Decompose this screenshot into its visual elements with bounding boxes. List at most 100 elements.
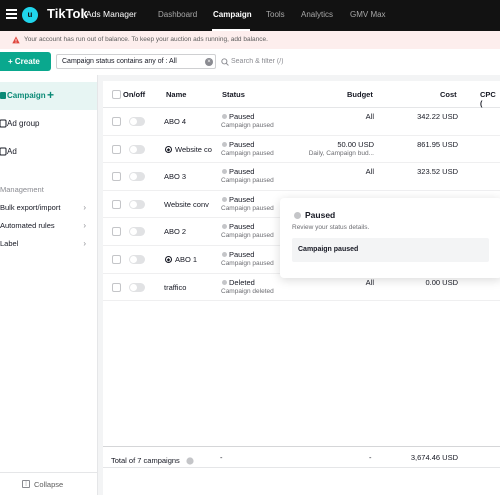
filter-text: Campaign status contains any of : All — [62, 58, 177, 65]
select-all-checkbox[interactable] — [112, 90, 121, 99]
row-toggle[interactable] — [129, 227, 145, 237]
create-button[interactable]: + Create — [0, 52, 51, 71]
header-onoff[interactable]: On/off — [123, 90, 145, 99]
budget-value: All — [365, 277, 374, 287]
management-heading: Management — [0, 185, 44, 194]
collapse-button[interactable]: | Collapse — [0, 472, 97, 494]
status-text[interactable]: Paused — [229, 112, 254, 121]
row-toggle[interactable] — [129, 117, 145, 126]
campaign-name[interactable]: ABO 4 — [164, 117, 214, 126]
add-campaign-icon[interactable]: + — [47, 88, 54, 102]
status-detail: Campaign paused — [221, 260, 274, 267]
header-budget[interactable]: Budget — [347, 90, 373, 99]
row-checkbox[interactable] — [112, 117, 121, 126]
collapse-icon: | — [22, 480, 30, 488]
sidebar-item-automated-rules[interactable]: Automated rules › — [0, 221, 90, 230]
nav-dashboard[interactable]: Dashboard — [158, 10, 197, 19]
status-detail: Campaign paused — [221, 177, 274, 185]
balance-alert: Your account has run out of balance. To … — [0, 31, 500, 49]
nav-campaign[interactable]: Campaign — [213, 10, 252, 19]
status-detail: Campaign deleted — [221, 287, 274, 295]
campaign-name[interactable]: ABO 1 — [175, 255, 213, 264]
total-status: - — [220, 453, 223, 462]
nav-gmv-max[interactable]: GMV Max — [350, 10, 386, 19]
sidebar-item-label-menu[interactable]: Label › — [0, 239, 90, 248]
sidebar-item-label: Ad — [7, 147, 17, 156]
budget-value: 50.00 USD — [337, 139, 374, 149]
sidebar-item-label: Campaign — [7, 91, 46, 100]
row-checkbox[interactable] — [112, 255, 121, 264]
menu-icon[interactable] — [6, 9, 17, 19]
status-text[interactable]: Deleted — [229, 278, 255, 287]
row-toggle[interactable] — [129, 172, 145, 182]
status-text[interactable]: Paused — [229, 140, 254, 149]
sidebar-item-label: Bulk export/import — [0, 203, 61, 212]
row-checkbox[interactable] — [112, 172, 121, 182]
search-input[interactable] — [231, 55, 381, 68]
row-checkbox[interactable] — [112, 227, 121, 237]
total-label: Total of 7 campaigns — [111, 456, 180, 465]
row-checkbox[interactable] — [112, 282, 121, 292]
campaign-name[interactable]: ABO 3 — [164, 172, 214, 181]
ad-group-icon — [0, 119, 7, 128]
header-cost[interactable]: Cost — [440, 90, 457, 99]
nav-analytics[interactable]: Analytics — [301, 10, 333, 19]
table-row[interactable]: ◆ Website co Paused Campaign paused 50.0… — [103, 136, 500, 164]
cost-value: 323.52 USD — [417, 167, 458, 177]
avatar[interactable]: u — [22, 7, 38, 23]
header-cpc[interactable]: CPC ( — [480, 90, 500, 108]
nav-tools[interactable]: Tools — [266, 10, 285, 19]
status-text[interactable]: Paused — [229, 222, 254, 231]
row-toggle[interactable] — [129, 199, 145, 209]
alert-message: Your account has run out of balance. To … — [24, 36, 268, 43]
toolbar: + Create Campaign status contains any of… — [0, 49, 500, 75]
sidebar-item-bulk-export[interactable]: Bulk export/import › — [0, 203, 90, 212]
status-filter[interactable]: Campaign status contains any of : All × — [56, 54, 216, 69]
brand-subtitle: Ads Manager — [86, 9, 137, 19]
campaign-name[interactable]: traffico — [164, 283, 214, 292]
smart-campaign-icon: ◆ — [165, 145, 172, 153]
table-row[interactable]: ABO 3 Paused Campaign paused All 323.52 … — [103, 163, 500, 191]
info-icon[interactable] — [186, 457, 194, 465]
warning-icon — [12, 36, 20, 44]
row-toggle[interactable] — [129, 255, 145, 264]
row-toggle[interactable] — [129, 282, 145, 292]
top-bar: u TikTok Ads Manager Dashboard Campaign … — [0, 0, 500, 31]
status-detail-box: Campaign paused — [292, 238, 489, 262]
create-label: Create — [14, 57, 40, 66]
row-checkbox[interactable] — [112, 199, 121, 209]
search-icon — [221, 58, 229, 66]
status-popover: Paused Review your status details. Campa… — [280, 198, 500, 278]
status-text[interactable]: Paused — [229, 167, 254, 176]
sidebar-item-campaign[interactable]: Campaign + — [0, 82, 97, 110]
chevron-right-icon: › — [83, 221, 86, 230]
table-header: On/off Name Status Budget Cost CPC ( — [103, 81, 500, 108]
smart-campaign-icon: ◆ — [165, 256, 172, 263]
status-dot — [222, 279, 227, 285]
row-checkbox[interactable] — [112, 144, 121, 154]
status-dot — [294, 212, 301, 219]
status-text[interactable]: Paused — [229, 250, 254, 259]
sidebar-item-ad[interactable]: Ad — [0, 138, 97, 166]
sidebar-item-ad-group[interactable]: Ad group — [0, 110, 97, 138]
budget-value: All — [365, 167, 374, 177]
status-detail: Campaign paused — [221, 149, 274, 157]
campaign-name[interactable]: Website co — [175, 145, 213, 154]
header-name[interactable]: Name — [166, 90, 186, 99]
row-toggle[interactable] — [129, 144, 145, 154]
cost-value: 861.95 USD — [417, 139, 458, 149]
budget-value: All — [365, 112, 374, 121]
status-text[interactable]: Paused — [229, 195, 254, 204]
sidebar-item-label: Ad group — [7, 119, 40, 128]
status-detail: Campaign paused — [221, 232, 274, 240]
sidebar-item-label: Label — [0, 239, 19, 248]
table-row[interactable]: ABO 4 Paused Campaign paused All 342.22 … — [103, 108, 500, 136]
header-status[interactable]: Status — [222, 90, 245, 99]
campaign-name[interactable]: ABO 2 — [164, 227, 214, 236]
clear-filter-icon[interactable]: × — [205, 58, 213, 66]
tiktok-logo: TikTok — [47, 6, 88, 21]
campaign-name[interactable]: Website conv — [164, 200, 214, 209]
popover-subtitle: Review your status details. — [292, 224, 370, 231]
campaign-table: On/off Name Status Budget Cost CPC ( ABO… — [103, 81, 500, 495]
brand-divider — [83, 9, 84, 19]
